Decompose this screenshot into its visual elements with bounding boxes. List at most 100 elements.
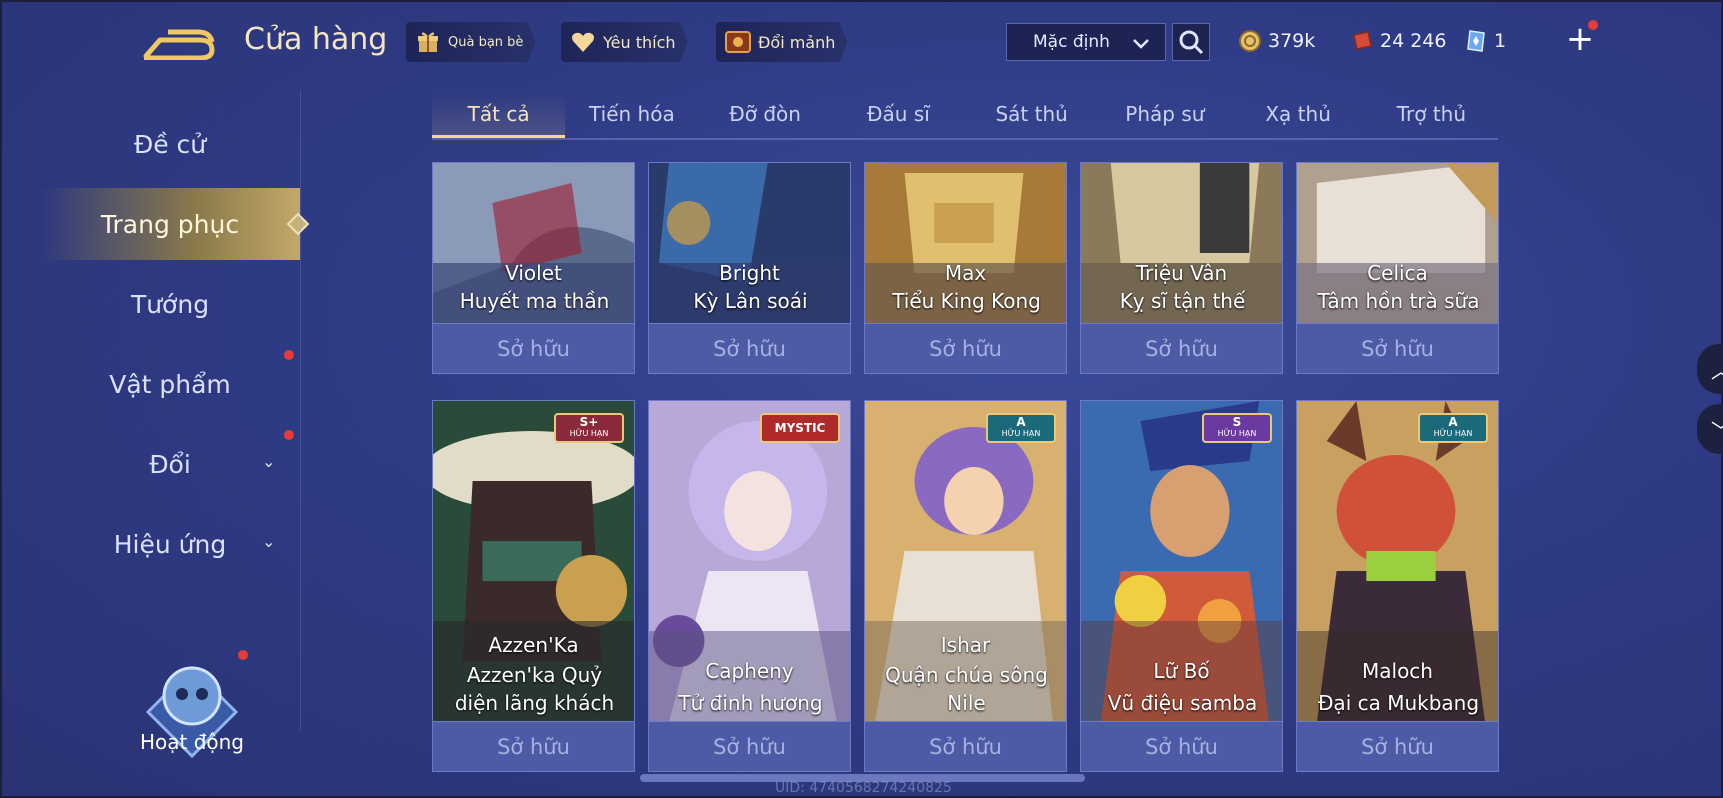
- skin-name: Tâm hồn trà sữa: [1317, 289, 1480, 313]
- tab-all[interactable]: Tất cả: [432, 94, 566, 138]
- favorite-button[interactable]: Yêu thích: [561, 22, 688, 62]
- skin-card-bright[interactable]: Bright Kỳ Lân soái Sở hữu: [648, 162, 851, 374]
- nav-label: Tướng: [130, 289, 210, 319]
- category-tabs: Tất cả Tiến hóa Đỡ đòn Đấu sĩ Sát thủ Ph…: [432, 94, 1498, 140]
- nav-divider: [300, 90, 301, 730]
- tab-evolution[interactable]: Tiến hóa: [565, 94, 698, 138]
- gold-coin-icon: [1239, 30, 1261, 52]
- rarity-badge: S+ HỮU HẠN: [554, 413, 624, 443]
- rarity-badge: S HỮU HẠN: [1202, 413, 1272, 443]
- tab-marksman[interactable]: Xạ thủ: [1232, 94, 1365, 138]
- skin-card-lu-bo[interactable]: S HỮU HẠN Lữ Bố Vũ điệu samba Sở hữu: [1080, 400, 1283, 772]
- chevron-down-icon[interactable]: ⌄: [262, 532, 275, 551]
- owned-status: Sở hữu: [865, 323, 1066, 373]
- skin-card-max[interactable]: Max Tiểu King Kong Sở hữu: [864, 162, 1067, 374]
- activity-label: Hoạt động: [139, 730, 245, 754]
- skin-name: Kỳ Lân soái: [693, 289, 808, 313]
- card-balance: 1: [1464, 26, 1506, 56]
- nav-item-items[interactable]: Vật phẩm: [40, 348, 300, 420]
- friend-gift-label: Quà bạn bè: [448, 34, 524, 50]
- skin-card-celica[interactable]: Celica Tâm hồn trà sữa Sở hữu: [1296, 162, 1499, 374]
- skin-card-violet[interactable]: Violet Huyết ma thần Sở hữu: [432, 162, 635, 374]
- hero-name: Ishar: [940, 633, 991, 657]
- scroll-up-button[interactable]: ︿: [1697, 344, 1723, 394]
- card-value: 1: [1494, 30, 1507, 52]
- gift-icon: [414, 28, 442, 56]
- chevron-up-icon: ︿: [1711, 355, 1723, 384]
- hero-name: Violet: [505, 261, 562, 285]
- nav-item-exchange[interactable]: Đổi: [40, 428, 300, 500]
- notification-dot: [1588, 20, 1598, 30]
- skin-name-line1: Quận chúa sông: [885, 663, 1048, 687]
- owned-status: Sở hữu: [865, 721, 1066, 771]
- notification-dot: [284, 350, 294, 360]
- tab-support[interactable]: Trợ thủ: [1365, 94, 1498, 138]
- skin-card-trieu-van[interactable]: Triệu Vân Kỵ sĩ tận thế Sở hữu: [1080, 162, 1283, 374]
- rarity-badge: A HỮU HẠN: [1418, 413, 1488, 443]
- skin-name: Tử đinh hương: [678, 691, 823, 715]
- skin-name: Huyết ma thần: [459, 289, 610, 313]
- owned-status: Sở hữu: [649, 721, 850, 771]
- skin-name-line2: diện lãng khách: [454, 691, 615, 715]
- skin-card-azzenka[interactable]: S+ HỮU HẠN Azzen'Ka Azzen'ka Quỷ diện lãn…: [432, 400, 635, 772]
- skin-card-capheny[interactable]: MYSTIC Capheny Tử đinh hương Sở hữu: [648, 400, 851, 772]
- hero-name: Triệu Vân: [1135, 261, 1228, 285]
- gold-value: 379k: [1268, 30, 1316, 52]
- chevron-down-icon[interactable]: ⌄: [262, 452, 275, 471]
- skin-name-line2: Nile: [947, 691, 986, 715]
- back-arrow-icon[interactable]: [142, 22, 216, 60]
- sort-dropdown[interactable]: Mặc định: [1006, 23, 1166, 61]
- tab-assassin[interactable]: Sát thủ: [965, 94, 1098, 138]
- user-id: UID: 4740568274240825: [775, 780, 952, 796]
- nav-item-effects[interactable]: Hiệu ứng: [40, 508, 300, 580]
- skin-name-line1: Azzen'ka Quỷ: [466, 663, 603, 687]
- skin-card-ishar[interactable]: A HỮU HẠN Ishar Quận chúa sông Nile Sở hữ…: [864, 400, 1067, 772]
- hero-name: Celica: [1367, 261, 1428, 285]
- skin-name: Vũ điệu samba: [1107, 691, 1258, 715]
- nav-label: Đề cử: [133, 129, 207, 159]
- nav-item-recommended[interactable]: Đề cử: [40, 108, 300, 180]
- heart-icon: [569, 28, 597, 56]
- red-voucher-icon: [1353, 31, 1372, 50]
- skin-name: Tiểu King Kong: [892, 289, 1041, 313]
- voucher-value: 24 246: [1380, 30, 1447, 52]
- nav-label: Vật phẩm: [109, 369, 231, 399]
- skin-name: Kỵ sĩ tận thế: [1119, 289, 1246, 313]
- shard-chest-icon: [724, 28, 752, 56]
- favorite-label: Yêu thích: [603, 32, 676, 52]
- nav-label: Hiệu ứng: [113, 529, 227, 559]
- diamond-card-icon: [1467, 30, 1485, 52]
- shard-exchange-button[interactable]: Đổi mảnh: [716, 22, 848, 62]
- sort-value: Mặc định: [1033, 32, 1110, 52]
- owned-status: Sở hữu: [649, 323, 850, 373]
- chevron-down-icon: ﹀: [1711, 415, 1723, 444]
- nav-item-skins[interactable]: Trang phục: [40, 188, 300, 260]
- page-title: Cửa hàng: [244, 22, 388, 57]
- notification-dot: [238, 650, 248, 660]
- search-icon: [1179, 30, 1204, 55]
- voucher-balance: 24 246: [1350, 26, 1446, 56]
- search-button[interactable]: [1172, 23, 1210, 61]
- hero-name: Max: [944, 261, 987, 285]
- skin-card-maloch[interactable]: A HỮU HẠN Maloch Đại ca Mukbang Sở hữu: [1296, 400, 1499, 772]
- hero-name: Azzen'Ka: [488, 633, 579, 657]
- gold-balance: 379k: [1238, 26, 1315, 56]
- owned-status: Sở hữu: [433, 721, 634, 771]
- owned-status: Sở hữu: [433, 323, 634, 373]
- scroll-down-button[interactable]: ﹀: [1697, 404, 1723, 454]
- hero-name: Maloch: [1362, 659, 1433, 683]
- nav-label: Trang phục: [100, 209, 240, 239]
- skin-name: Đại ca Mukbang: [1317, 691, 1480, 715]
- nav-label: Đổi: [149, 449, 191, 479]
- hero-name: Capheny: [705, 659, 794, 683]
- tab-fighter[interactable]: Đấu sĩ: [832, 94, 965, 138]
- notification-dot: [284, 430, 294, 440]
- tab-tank[interactable]: Đỡ đòn: [699, 94, 832, 138]
- tab-mage[interactable]: Pháp sư: [1098, 94, 1231, 138]
- shard-exchange-label: Đổi mảnh: [758, 32, 836, 52]
- nav-item-heroes[interactable]: Tướng: [40, 268, 300, 340]
- owned-status: Sở hữu: [1297, 721, 1498, 771]
- owned-status: Sở hữu: [1081, 323, 1282, 373]
- friend-gift-button[interactable]: Quà bạn bè: [406, 22, 536, 62]
- hero-name: Lữ Bố: [1153, 659, 1210, 683]
